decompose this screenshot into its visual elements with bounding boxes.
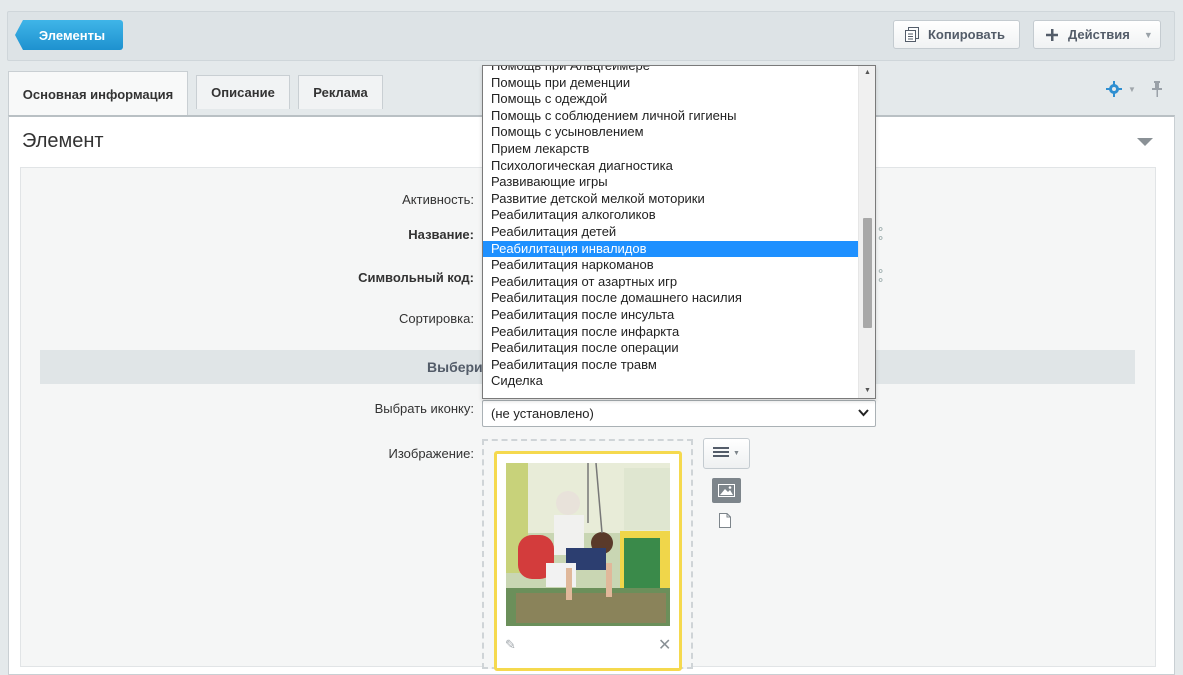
tab-advertising[interactable]: Реклама <box>298 75 383 109</box>
icon-select[interactable]: (не установлено) <box>482 400 876 427</box>
dropdown-option[interactable]: Сиделка <box>483 373 859 390</box>
dropdown-option[interactable]: Реабилитация после инфаркта <box>483 324 859 341</box>
scrollbar-thumb[interactable] <box>863 218 872 328</box>
dropdown-option[interactable]: Реабилитация алкоголиков <box>483 207 859 224</box>
dropdown-option[interactable]: Развивающие игры <box>483 174 859 191</box>
chevron-down-icon[interactable]: ▼ <box>1128 85 1136 94</box>
plus-icon <box>1044 27 1060 43</box>
name-label: Название: <box>408 227 474 242</box>
panel-title: Элемент <box>22 130 104 152</box>
symbolic-code-label: Символьный код: <box>358 270 474 285</box>
image-menu-button[interactable]: ▼ <box>703 438 750 469</box>
copy-icon <box>904 27 920 43</box>
dropdown-option[interactable]: Психологическая диагностика <box>483 158 859 175</box>
section-header-text: Выбери <box>427 359 483 375</box>
dropdown-option[interactable]: Прием лекарств <box>483 141 859 158</box>
sort-label: Сортировка: <box>399 311 474 326</box>
link-icon[interactable]: ⚬ ⚬ <box>876 267 885 287</box>
icon-select-value: (не установлено) <box>491 406 594 421</box>
dropdown-option[interactable]: Помощь при Альцгеймере <box>483 66 859 75</box>
service-dropdown-list[interactable]: Помощь при Альцгеймере Помощь при деменци… <box>482 65 876 399</box>
hamburger-icon <box>713 446 730 461</box>
copy-button[interactable]: Копировать <box>893 20 1020 49</box>
dropdown-scrollbar[interactable]: ▲ ▼ <box>858 66 875 398</box>
dropdown-option[interactable]: Реабилитация после травм <box>483 357 859 374</box>
dropdown-option[interactable]: Развитие детской мелкой моторики <box>483 191 859 208</box>
tab-main-info[interactable]: Основная информация <box>8 71 188 116</box>
copy-button-label: Копировать <box>928 27 1006 42</box>
scroll-up-arrow-icon[interactable]: ▲ <box>859 66 875 80</box>
dropdown-option[interactable]: Помощь при деменции <box>483 75 859 92</box>
close-icon[interactable]: ✕ <box>658 635 671 655</box>
active-label: Активность: <box>402 192 474 207</box>
dropdown-items: Помощь при Альцгеймере Помощь при деменци… <box>483 66 859 390</box>
image-label: Изображение: <box>388 446 474 461</box>
dropdown-option[interactable]: Помощь с одеждой <box>483 91 859 108</box>
chevron-down-icon: ▼ <box>1143 29 1153 40</box>
pencil-icon[interactable]: ✎ <box>505 637 516 653</box>
actions-button[interactable]: Действия ▼ <box>1033 20 1161 49</box>
gear-icon[interactable] <box>1106 81 1122 102</box>
dropdown-option[interactable]: Реабилитация от азартных игр <box>483 274 859 291</box>
dropdown-option[interactable]: Реабилитация детей <box>483 224 859 241</box>
link-icon[interactable]: ⚬ ⚬ <box>876 225 885 245</box>
choose-icon-label: Выбрать иконку: <box>374 401 474 416</box>
pin-icon[interactable] <box>1151 81 1163 100</box>
dropdown-option[interactable]: Помощь с усыновлением <box>483 124 859 141</box>
dropdown-option[interactable]: Реабилитация наркоманов <box>483 257 859 274</box>
image-upload-button[interactable] <box>712 478 741 503</box>
tab-description[interactable]: Описание <box>196 75 290 109</box>
chevron-down-icon <box>858 406 869 423</box>
uploaded-photo[interactable] <box>506 463 670 626</box>
dropdown-option[interactable]: Реабилитация после операции <box>483 340 859 357</box>
file-icon[interactable] <box>719 513 731 531</box>
actions-button-label: Действия <box>1068 27 1130 42</box>
dropdown-option[interactable]: Реабилитация инвалидов <box>483 240 859 258</box>
dropdown-option[interactable]: Помощь с соблюдением личной гигиены <box>483 108 859 125</box>
chevron-down-icon: ▼ <box>733 450 740 457</box>
collapse-icon[interactable] <box>1137 138 1153 146</box>
back-to-elements-button[interactable]: Элементы <box>15 20 123 50</box>
scroll-down-arrow-icon[interactable]: ▼ <box>859 384 875 398</box>
dropdown-option[interactable]: Реабилитация после домашнего насилия <box>483 290 859 307</box>
dropdown-option[interactable]: Реабилитация после инсульта <box>483 307 859 324</box>
